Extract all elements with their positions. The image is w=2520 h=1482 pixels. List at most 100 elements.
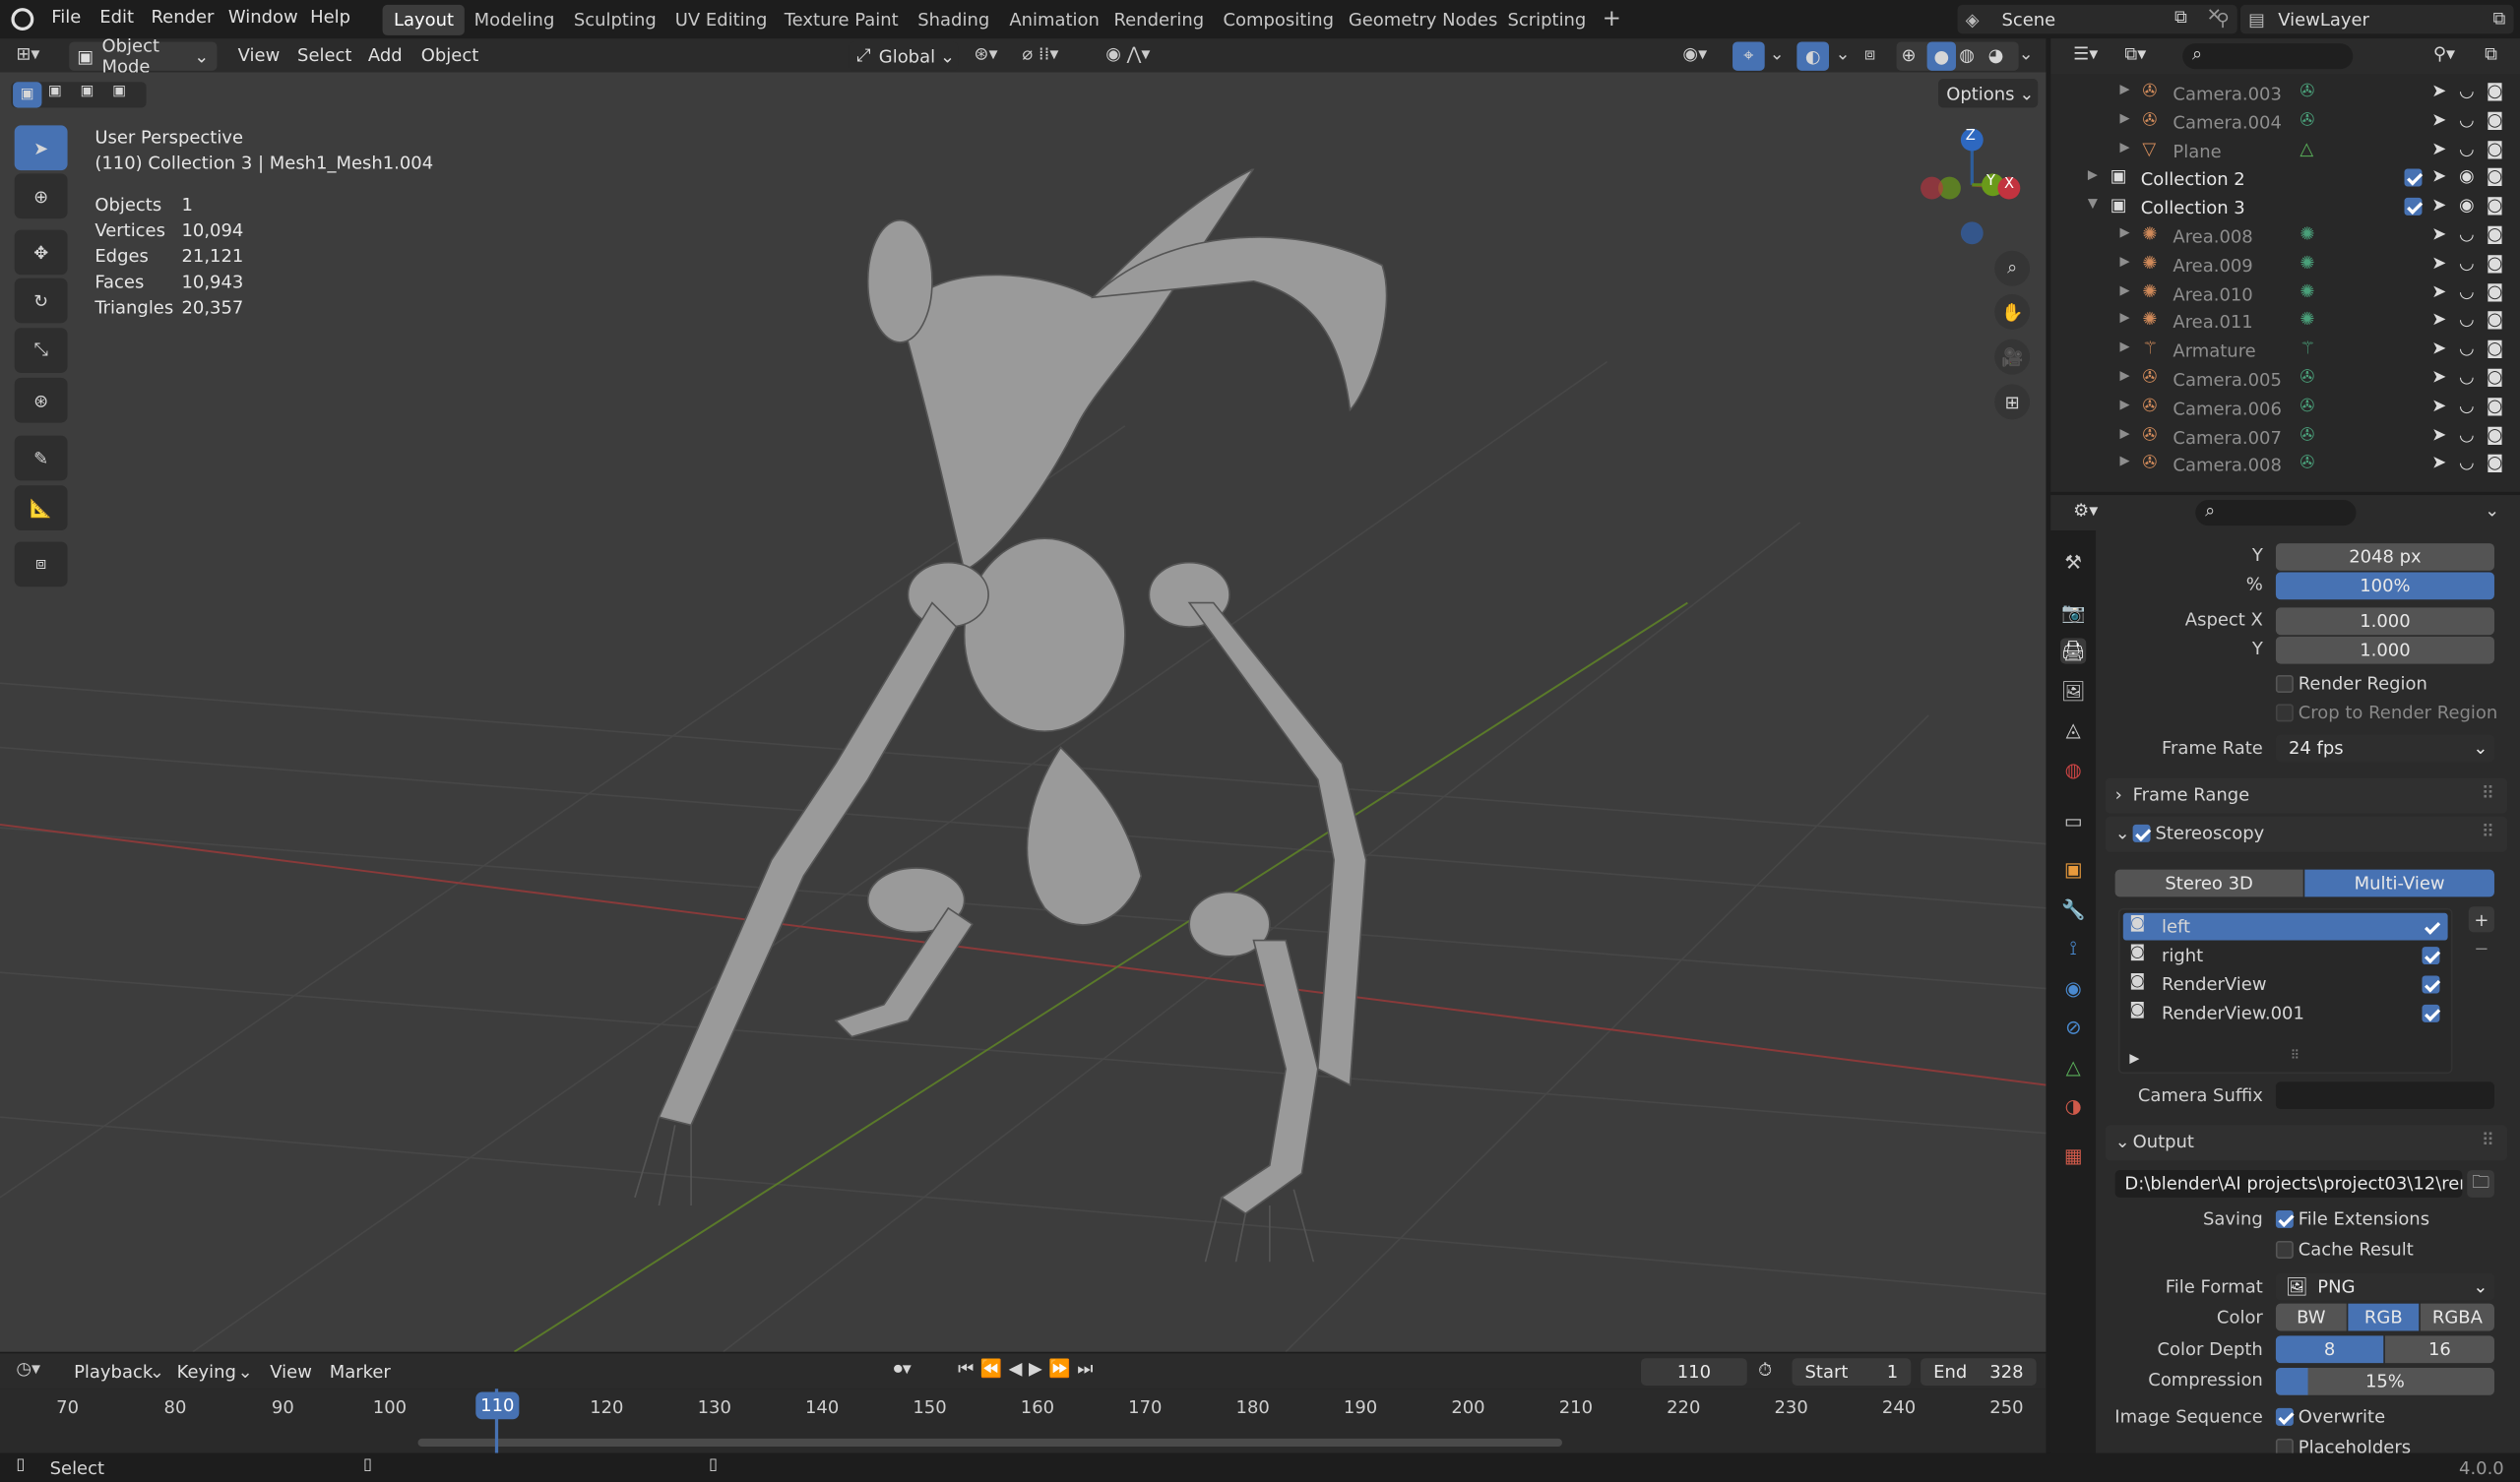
- selectable-icon[interactable]: ➤: [2431, 309, 2446, 330]
- scene-selector[interactable]: ◈ Scene ⚲: [1957, 4, 2237, 34]
- outliner-row[interactable]: ▶ ✺ Area.008 ✺ ➤ ◡ ◙: [2055, 221, 2515, 250]
- output-path-input[interactable]: D:\blender\AI projects\project03\12\ren.…: [2114, 1170, 2463, 1198]
- modifier-tab-icon[interactable]: 🔧: [2060, 896, 2086, 922]
- transform-orientation[interactable]: ⤢ Global ⌄: [849, 41, 959, 71]
- chevron-down-icon[interactable]: ⌄: [1836, 43, 1851, 64]
- cursor-tool[interactable]: ⊕: [14, 173, 68, 219]
- expand-toggle-icon[interactable]: ▶: [2120, 139, 2130, 154]
- chevron-down-icon[interactable]: ⌄: [1770, 43, 1785, 64]
- object-data-icon[interactable]: ✇: [2300, 453, 2314, 473]
- scene-tab-icon[interactable]: ◬: [2060, 716, 2086, 742]
- color-bw-button[interactable]: BW: [2275, 1303, 2347, 1331]
- new-scene-icon[interactable]: ⧉: [2174, 7, 2187, 30]
- overwrite-checkbox[interactable]: [2275, 1407, 2294, 1426]
- multi-view-button[interactable]: Multi-View: [2304, 869, 2494, 897]
- tab-rendering[interactable]: Rendering: [1102, 5, 1216, 35]
- object-data-icon[interactable]: ✺: [2300, 223, 2314, 244]
- compression-slider[interactable]: 15%: [2275, 1368, 2494, 1395]
- add-cube-tool[interactable]: ⧈: [14, 541, 68, 587]
- navigation-gizmo[interactable]: Z Y X: [1913, 121, 2033, 250]
- outliner-row[interactable]: ▶ ▣ Collection 2 ➤ ◉ ◙: [2055, 164, 2515, 193]
- scale-tool[interactable]: ⤡: [14, 328, 68, 373]
- world-tab-icon[interactable]: ◍: [2060, 757, 2086, 782]
- hand-pan-icon[interactable]: ✋: [1994, 293, 2031, 330]
- visibility-eye-icon[interactable]: ◡: [2459, 138, 2475, 158]
- editor-type-icon[interactable]: ⊞▾: [16, 43, 39, 64]
- expand-toggle-icon[interactable]: ▶: [2088, 168, 2098, 183]
- menu-window[interactable]: Window: [228, 7, 298, 28]
- tab-layout[interactable]: Layout: [382, 4, 466, 35]
- outliner-search-input[interactable]: ⌕: [2182, 43, 2354, 70]
- grid-toggle-icon[interactable]: ⊞: [1994, 384, 2031, 420]
- selectable-icon[interactable]: ➤: [2431, 424, 2446, 445]
- object-data-icon[interactable]: ✇: [2300, 81, 2314, 101]
- add-workspace-button[interactable]: +: [1591, 2, 1632, 32]
- aspect-y-field[interactable]: 1.000: [2275, 636, 2494, 664]
- options-dropdown[interactable]: Options ⌄: [1938, 79, 2039, 108]
- visibility-eye-icon[interactable]: ◡: [2459, 395, 2475, 415]
- outliner-row[interactable]: ▶ ✺ Area.010 ✺ ➤ ◡ ◙: [2055, 279, 2515, 308]
- menu-keying[interactable]: Keying: [177, 1361, 236, 1382]
- expand-toggle-icon[interactable]: ▶: [2120, 368, 2130, 383]
- exclude-checkbox[interactable]: [2404, 198, 2423, 216]
- selectable-icon[interactable]: ➤: [2431, 338, 2446, 358]
- view-row[interactable]: ◙ right: [2123, 942, 2448, 969]
- outliner-row[interactable]: ▶ ✇ Camera.006 ✇ ➤ ◡ ◙: [2055, 394, 2515, 422]
- outliner-row[interactable]: ▶ ✇ Camera.007 ✇ ➤ ◡ ◙: [2055, 422, 2515, 451]
- render-camera-icon[interactable]: ◙: [2487, 109, 2503, 130]
- annotate-tool[interactable]: ✎: [14, 435, 68, 481]
- render-camera-icon[interactable]: ◙: [2487, 81, 2503, 101]
- overlay-toggle-icon[interactable]: ◐: [1796, 41, 1830, 71]
- object-data-icon[interactable]: ⚚: [2300, 338, 2315, 358]
- start-frame-field[interactable]: Start 1: [1792, 1358, 1912, 1386]
- outliner-row[interactable]: ▶ ✇ Camera.003 ✇ ➤ ◡ ◙: [2055, 79, 2515, 107]
- depth-8-button[interactable]: 8: [2275, 1335, 2384, 1364]
- visibility-eye-icon[interactable]: ◡: [2459, 424, 2475, 445]
- tab-uv-editing[interactable]: UV Editing: [663, 5, 779, 35]
- output-tab-icon[interactable]: 🖨: [2060, 638, 2087, 664]
- selectable-icon[interactable]: ➤: [2431, 81, 2446, 101]
- menu-view[interactable]: View: [238, 45, 281, 66]
- outliner-row[interactable]: ▶ ✇ Camera.008 ✇ ➤ ◡ ◙: [2055, 451, 2515, 479]
- depth-16-button[interactable]: 16: [2384, 1335, 2494, 1364]
- outliner-editor-icon[interactable]: ☰▾: [2073, 43, 2098, 64]
- wireframe-shading-icon[interactable]: ⊕: [1901, 45, 1916, 66]
- view-row[interactable]: ◙ RenderView: [2123, 971, 2448, 999]
- outliner-row[interactable]: ▶ ▽ Plane △ ➤ ◡ ◙: [2055, 136, 2515, 164]
- drag-handle-icon[interactable]: ⠿: [2482, 1130, 2494, 1150]
- expand-toggle-icon[interactable]: ▶: [2120, 110, 2130, 125]
- render-camera-icon[interactable]: ◙: [2487, 223, 2503, 244]
- render-camera-icon[interactable]: ◙: [2487, 366, 2503, 387]
- texture-tab-icon[interactable]: ▦: [2060, 1142, 2086, 1168]
- object-tab-icon[interactable]: ▣: [2060, 857, 2086, 883]
- color-rgb-button[interactable]: RGB: [2348, 1303, 2420, 1331]
- timeline-editor-icon[interactable]: ◷▾: [16, 1358, 40, 1379]
- rendered-shading-icon[interactable]: ◕: [1988, 45, 2004, 66]
- stereo-3d-button[interactable]: Stereo 3D: [2114, 869, 2303, 897]
- visibility-eye-icon[interactable]: ◉: [2459, 166, 2475, 187]
- expand-toggle-icon[interactable]: ▶: [2120, 397, 2130, 411]
- selectable-icon[interactable]: ➤: [2431, 280, 2446, 301]
- selectable-icon[interactable]: ➤: [2431, 109, 2446, 130]
- menu-select[interactable]: Select: [297, 45, 351, 66]
- particles-tab-icon[interactable]: ⟟: [2060, 936, 2086, 961]
- visibility-icon[interactable]: ◉▾: [1682, 43, 1707, 64]
- measure-tool[interactable]: 📐: [14, 485, 68, 531]
- rotate-tool[interactable]: ↻: [14, 278, 68, 324]
- outliner-row[interactable]: ▶ ⚚ Armature ⚚ ➤ ◡ ◙: [2055, 337, 2515, 365]
- render-camera-icon[interactable]: ◙: [2487, 424, 2503, 445]
- visibility-eye-icon[interactable]: ◡: [2459, 81, 2475, 101]
- expand-toggle-icon[interactable]: ▶: [2120, 425, 2130, 440]
- render-region-checkbox[interactable]: [2275, 675, 2294, 693]
- collection-tab-icon[interactable]: ▭: [2060, 809, 2086, 834]
- select-box-tool[interactable]: ➤: [14, 125, 68, 171]
- aspect-x-field[interactable]: 1.000: [2275, 607, 2494, 636]
- zoom-icon[interactable]: ⌕: [1994, 250, 2031, 286]
- visibility-eye-icon[interactable]: ◡: [2459, 223, 2475, 244]
- menu-add[interactable]: Add: [368, 45, 403, 66]
- clock-icon[interactable]: ⏱: [1758, 1360, 1772, 1383]
- cache-result-checkbox[interactable]: [2275, 1240, 2294, 1259]
- 3d-viewport[interactable]: User Perspective (110) Collection 3 | Me…: [0, 72, 2047, 1352]
- expand-toggle-icon[interactable]: ▶: [2120, 311, 2130, 326]
- expand-toggle-icon[interactable]: ▶: [2120, 340, 2130, 354]
